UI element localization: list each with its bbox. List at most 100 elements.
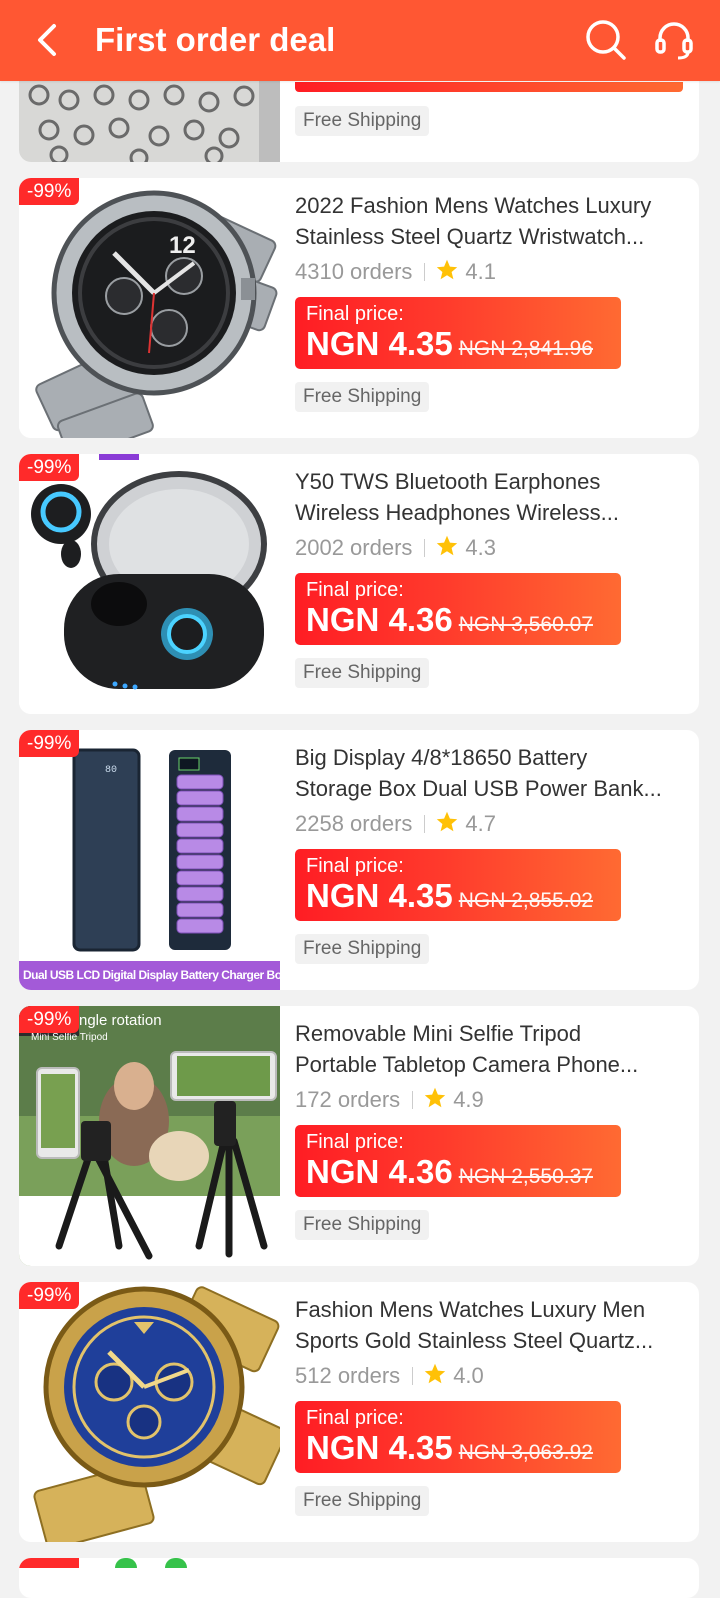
star-icon xyxy=(424,1363,446,1384)
free-shipping-badge: Free Shipping xyxy=(295,1210,430,1240)
rating-value: 4.1 xyxy=(465,259,497,284)
star-icon xyxy=(424,1087,446,1108)
product-title-line: Sports Gold Stainless Steel Quartz... xyxy=(295,1328,654,1353)
original-price: NGN 3,560.07 xyxy=(458,613,593,636)
product-card-partial-bottom[interactable] xyxy=(19,1558,699,1598)
product-image[interactable] xyxy=(19,454,280,714)
final-price-tag: Final price: NGN 4.35 NGN 2,855.02 xyxy=(295,849,621,921)
image-fragment xyxy=(165,1558,187,1568)
product-card-selfie-tripod[interactable]: ngle rotation Mini Selfie Tripod -99% Re… xyxy=(19,1006,699,1266)
divider xyxy=(424,263,426,281)
product-title[interactable]: 2022 Fashion Mens Watches Luxury Stainle… xyxy=(295,190,675,252)
price-row: NGN 4.36 NGN 2,550.37 xyxy=(306,1153,593,1196)
original-price: NGN 2,855.02 xyxy=(458,889,593,912)
star-icon xyxy=(437,535,458,556)
page-title: First order deal xyxy=(95,21,336,58)
product-meta: 4310 orders 4.1 xyxy=(295,258,496,286)
product-card-watch-silver[interactable]: 12 -99% 2022 Fashion Mens Watches Luxury… xyxy=(19,178,699,438)
orders-count: 512 orders xyxy=(295,1363,401,1388)
divider xyxy=(412,1091,414,1109)
discount-badge: -99% xyxy=(19,1282,80,1309)
product-title-line: 2022 Fashion Mens Watches Luxury xyxy=(295,193,652,218)
final-price-label: Final price: xyxy=(306,579,404,601)
free-shipping-badge: Free Shipping xyxy=(295,1486,430,1516)
product-card-earbuds[interactable]: -99% Y50 TWS Bluetooth Earphones Wireles… xyxy=(19,454,699,714)
current-price: NGN 4.35 xyxy=(306,877,453,914)
product-title-line: Stainless Steel Quartz Wristwatch... xyxy=(295,224,645,249)
image-fragment xyxy=(115,1558,137,1568)
discount-badge: -99% xyxy=(19,454,80,481)
orders-count: 172 orders xyxy=(295,1087,401,1112)
product-title-line: Big Display 4/8*18650 Battery xyxy=(295,745,588,770)
final-price-tag: Final price: NGN 4.36 NGN 2,550.37 xyxy=(295,1125,621,1197)
price-row: NGN 4.36 NGN 3,560.07 xyxy=(306,601,593,644)
product-title[interactable]: Y50 TWS Bluetooth Earphones Wireless Hea… xyxy=(295,466,675,528)
discount-badge: -99% xyxy=(19,730,80,757)
divider xyxy=(412,1367,414,1385)
final-price-label: Final price: xyxy=(306,303,404,325)
orders-count: 4310 orders xyxy=(295,259,413,284)
final-price-label: Final price: xyxy=(306,1131,404,1153)
svg-text:80: 80 xyxy=(105,765,117,776)
final-price-label: Final price: xyxy=(306,1407,404,1429)
rating-value: 4.7 xyxy=(465,811,497,836)
product-title[interactable]: Big Display 4/8*18650 Battery Storage Bo… xyxy=(295,742,675,804)
svg-text:12: 12 xyxy=(169,232,196,259)
price-row: NGN 4.35 NGN 3,063.92 xyxy=(306,1429,593,1472)
current-price: NGN 4.35 xyxy=(306,1429,453,1466)
product-title-line: Wireless Headphones Wireless... xyxy=(295,500,620,525)
product-title-line: Storage Box Dual USB Power Bank... xyxy=(295,776,662,801)
rating-value: 4.9 xyxy=(453,1087,484,1112)
search-icon xyxy=(586,20,626,60)
image-caption: Dual USB LCD Digital Display Battery Cha… xyxy=(23,968,280,982)
customer-service-button[interactable] xyxy=(650,16,698,64)
divider xyxy=(424,815,426,833)
product-title-line: Y50 TWS Bluetooth Earphones xyxy=(295,469,601,494)
product-card-battery-box[interactable]: 80 Dual USB LCD Digital Display Battery … xyxy=(19,730,699,990)
final-price-tag: Final price: NGN 4.36 NGN 3,560.07 xyxy=(295,573,621,645)
star-icon xyxy=(437,259,458,280)
product-image[interactable] xyxy=(19,1282,280,1542)
original-price: NGN 2,550.37 xyxy=(458,1165,593,1188)
product-title[interactable]: Removable Mini Selfie Tripod Portable Ta… xyxy=(295,1018,675,1080)
original-price: NGN 2,841.96 xyxy=(458,337,593,360)
headset-icon xyxy=(655,22,693,60)
product-title-line: Portable Tabletop Camera Phone... xyxy=(295,1052,639,1077)
divider xyxy=(424,539,426,557)
product-image[interactable]: 80 Dual USB LCD Digital Display Battery … xyxy=(19,730,280,990)
product-title-line: Removable Mini Selfie Tripod xyxy=(295,1021,582,1046)
product-title[interactable]: Fashion Mens Watches Luxury Men Sports G… xyxy=(295,1294,675,1356)
product-title-line: Fashion Mens Watches Luxury Men xyxy=(295,1297,646,1322)
product-meta: 2002 orders 4.3 xyxy=(295,534,496,562)
free-shipping-badge: Free Shipping xyxy=(295,934,430,964)
price-row: NGN 4.35 NGN 2,841.96 xyxy=(306,325,593,368)
free-shipping-badge: Free Shipping xyxy=(295,382,430,412)
discount-badge: -99% xyxy=(19,178,80,205)
product-meta: 2258 orders 4.7 xyxy=(295,810,496,838)
search-button[interactable] xyxy=(582,16,630,64)
final-price-tag: Final price: NGN 4.35 NGN 3,063.92 xyxy=(295,1401,621,1473)
price-row: NGN 4.35 NGN 2,855.02 xyxy=(306,877,593,920)
free-shipping-badge: Free Shipping xyxy=(295,658,430,688)
orders-count: 2002 orders xyxy=(295,535,413,560)
product-meta: 172 orders 4.9 xyxy=(295,1086,484,1114)
orders-count: 2258 orders xyxy=(295,811,413,836)
final-price-label: Final price: xyxy=(306,855,404,877)
product-card-watch-gold[interactable]: -99% Fashion Mens Watches Luxury Men Spo… xyxy=(19,1282,699,1542)
image-caption: ngle rotation xyxy=(79,1012,162,1029)
back-button[interactable] xyxy=(26,18,70,62)
current-price: NGN 4.36 xyxy=(306,601,453,638)
final-price-tag: Final price: NGN 4.35 NGN 2,841.96 xyxy=(295,297,621,369)
original-price: NGN 3,063.92 xyxy=(458,1441,593,1464)
top-app-bar: First order deal xyxy=(0,0,720,81)
image-subcaption: Mini Selfie Tripod xyxy=(31,1032,108,1043)
back-arrow-icon xyxy=(38,24,56,56)
rating-value: 4.3 xyxy=(465,535,497,560)
rating-value: 4.0 xyxy=(453,1363,484,1388)
price-tag-partial xyxy=(295,82,683,92)
free-shipping-badge: Free Shipping xyxy=(295,106,430,136)
product-image[interactable]: ngle rotation Mini Selfie Tripod xyxy=(19,1006,280,1266)
current-price: NGN 4.35 xyxy=(306,325,453,362)
discount-badge: -99% xyxy=(19,1006,80,1033)
product-image[interactable]: 12 xyxy=(19,178,280,438)
